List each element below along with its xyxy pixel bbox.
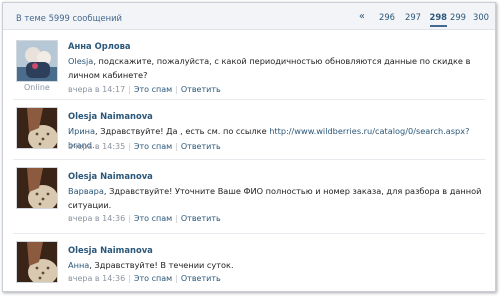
- avatar[interactable]: [16, 107, 58, 149]
- spam-link[interactable]: Это спам: [134, 142, 172, 151]
- post-author[interactable]: Olesja Naimanova: [68, 111, 153, 121]
- post-time: вчера в 14:35: [68, 142, 126, 151]
- reply-link[interactable]: Ответить: [181, 274, 221, 283]
- post-divider: [13, 159, 485, 160]
- topic-header: В теме 5999 сообщений « 296 297 298 299 …: [3, 3, 495, 30]
- pager-page-297[interactable]: 297: [405, 12, 421, 22]
- post-author[interactable]: Olesja Naimanova: [68, 245, 153, 255]
- post-time: вчера в 14:17: [68, 85, 126, 94]
- avatar-photo-icon: [17, 242, 57, 282]
- post-author[interactable]: Olesja Naimanova: [68, 171, 153, 181]
- avatar[interactable]: [16, 241, 58, 283]
- post-meta: вчера в 14:36 | Это спам | Ответить: [68, 274, 221, 283]
- post-time: вчера в 14:36: [68, 274, 126, 283]
- reply-link[interactable]: Ответить: [181, 85, 221, 94]
- avatar-photo-icon: [17, 41, 57, 81]
- avatar-photo-icon: [17, 168, 57, 208]
- addressee-link[interactable]: Анна: [68, 260, 89, 270]
- post-text: Olesja, подскажите, пожалуйста, с какой …: [68, 56, 471, 80]
- post-item: Olesja Naimanova Ирина, Здравствуйте! Да…: [3, 99, 495, 155]
- post-author[interactable]: Анна Орлова: [68, 41, 131, 51]
- post-item: Olesja Naimanova Варвара, Здравствуйте! …: [3, 159, 495, 229]
- topic-message-count: В теме 5999 сообщений: [16, 13, 122, 23]
- pager-prev-button[interactable]: «: [359, 11, 365, 22]
- avatar[interactable]: [16, 167, 58, 209]
- post-item: Online Анна Орлова Olesja, подскажите, п…: [3, 31, 495, 97]
- post-divider: [13, 99, 485, 100]
- post-text: Варвара, Здравствуйте! Уточните Ваше ФИО…: [68, 186, 482, 210]
- discussion-panel: В теме 5999 сообщений « 296 297 298 299 …: [2, 2, 496, 292]
- post-meta: вчера в 14:36 | Это спам | Ответить: [68, 214, 221, 223]
- addressee-link[interactable]: Ирина: [68, 126, 95, 136]
- post-text: Анна, Здравствуйте! В течении суток.: [68, 260, 234, 270]
- pager-page-296[interactable]: 296: [379, 12, 395, 22]
- spam-link[interactable]: Это спам: [134, 85, 172, 94]
- online-status: Online: [24, 83, 50, 92]
- post-meta: вчера в 14:17 | Это спам | Ответить: [68, 85, 221, 94]
- pager-page-300[interactable]: 300: [473, 12, 489, 22]
- post-time: вчера в 14:36: [68, 214, 126, 223]
- post-item: Olesja Naimanova Анна, Здравствуйте! В т…: [3, 233, 495, 291]
- avatar[interactable]: [16, 40, 58, 82]
- spam-link[interactable]: Это спам: [134, 274, 172, 283]
- post-divider: [13, 233, 485, 234]
- addressee-link[interactable]: Варвара: [68, 186, 104, 196]
- reply-link[interactable]: Ответить: [181, 142, 221, 151]
- addressee-link[interactable]: Olesja: [68, 56, 93, 66]
- avatar-photo-icon: [17, 108, 57, 148]
- reply-link[interactable]: Ответить: [181, 214, 221, 223]
- post-meta: вчера в 14:35 | Это спам | Ответить: [68, 142, 221, 151]
- spam-link[interactable]: Это спам: [134, 214, 172, 223]
- pager-page-299[interactable]: 299: [450, 12, 466, 22]
- pager-page-298-current[interactable]: 298: [429, 12, 447, 27]
